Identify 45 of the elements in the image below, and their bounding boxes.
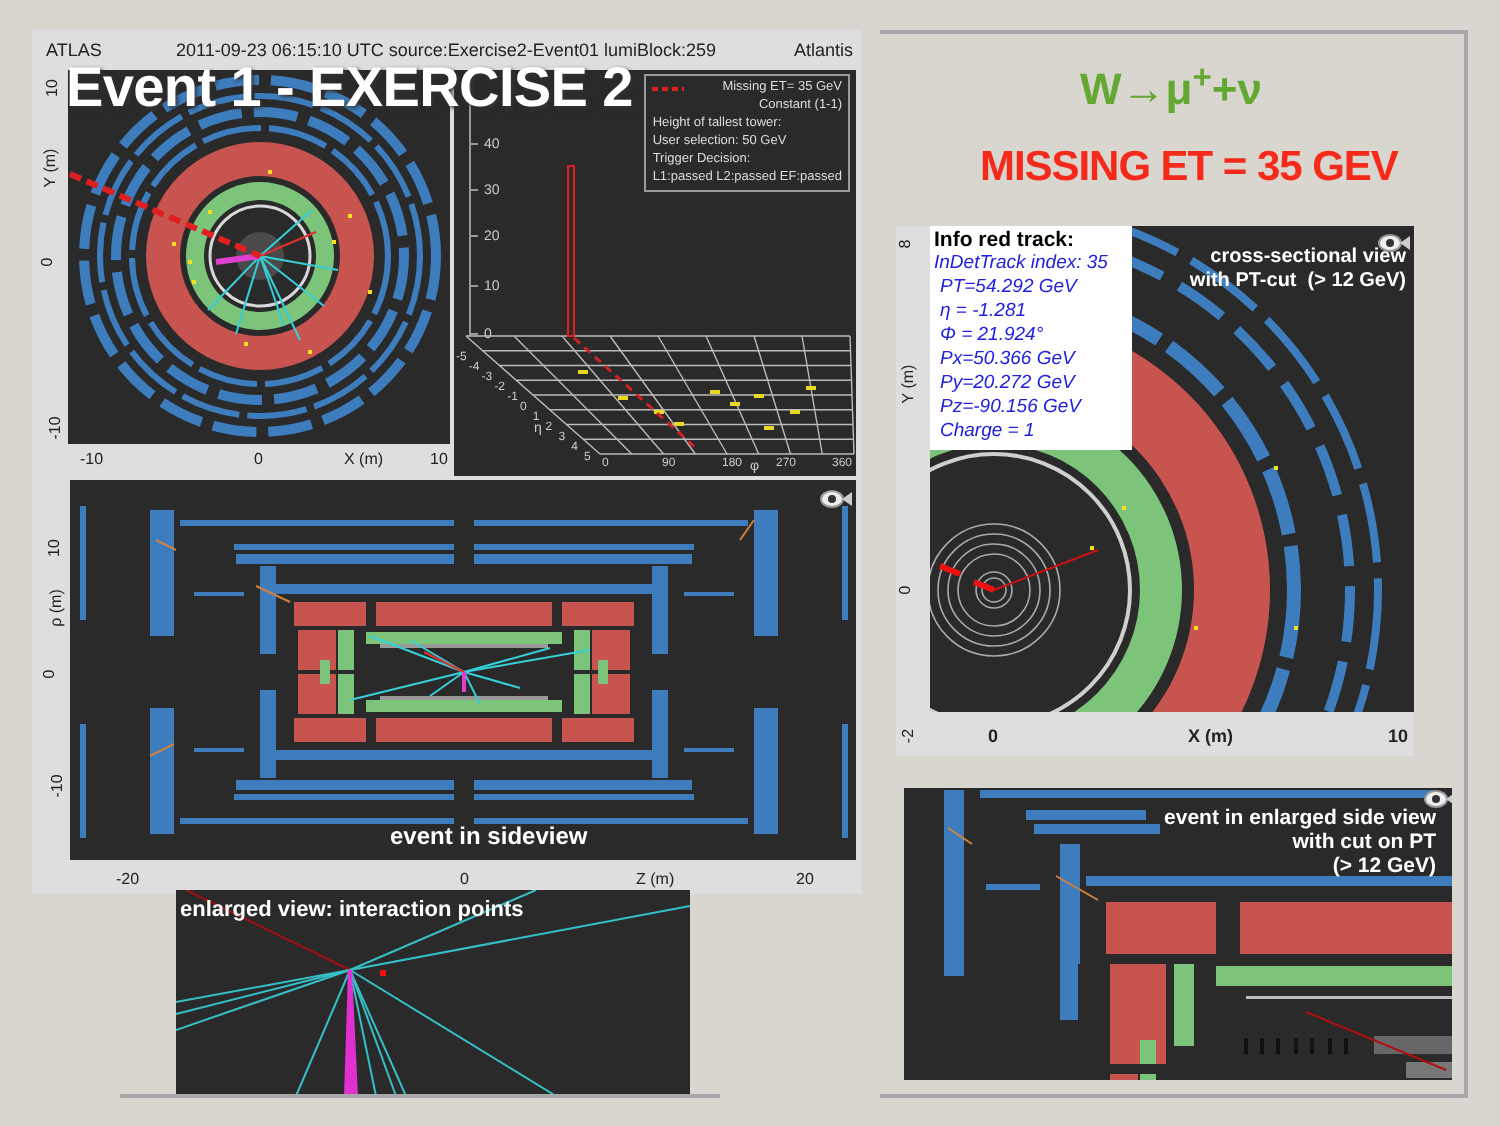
tick-label: -10 xyxy=(49,774,66,798)
caption-line: cross-sectional view xyxy=(1210,246,1406,270)
axis-label: Y (m) xyxy=(43,148,60,188)
tick-label: 0 xyxy=(42,669,59,679)
tick-label: 10 xyxy=(46,539,63,557)
experiment-label: ATLAS xyxy=(46,42,102,60)
tick-label: -10 xyxy=(80,452,104,468)
axis-label: Y (m) xyxy=(901,364,918,404)
software-label: Atlantis xyxy=(794,42,854,60)
info-title: Info red track: xyxy=(934,228,1077,252)
tick-label: 20 xyxy=(796,872,814,888)
axis-label: ρ (m) xyxy=(48,589,65,627)
info-line: Py=20.272 GeV xyxy=(938,372,1078,396)
panel-caption: event in sideview xyxy=(390,824,588,848)
tick-label: 0 xyxy=(988,728,999,746)
eye-icon[interactable] xyxy=(1424,790,1452,808)
axis-label: Z (m) xyxy=(636,872,675,888)
eye-icon[interactable] xyxy=(820,490,852,508)
caption-line: event in enlarged side view xyxy=(1164,806,1436,830)
dashed-line-key-icon xyxy=(652,85,685,91)
info-line: Φ = 21.924° xyxy=(938,324,1046,348)
tick-label: 0 xyxy=(460,872,469,888)
caption-line: (> 12 GeV) xyxy=(1332,854,1436,878)
tick-label: 0 xyxy=(898,585,915,595)
axis-label: X (m) xyxy=(1188,728,1233,746)
info-line: InDetTrack index: 35 xyxy=(934,252,1110,276)
info-line: Px=50.366 GeV xyxy=(938,348,1078,372)
tick-label: -10 xyxy=(47,416,64,440)
missing-et-heading: MISSING ET = 35 GEV xyxy=(980,146,1398,188)
tick-label: 0 xyxy=(40,257,57,267)
event-info: 2011-09-23 06:15:10 UTC source:Exercise2-Event01 lumiBlock:259 xyxy=(176,42,716,60)
tick-label: 8 xyxy=(898,239,915,249)
tick-label: 10 xyxy=(44,79,61,97)
tick-label: -2 xyxy=(901,728,918,744)
caption-line: with cut on PT xyxy=(1292,830,1436,854)
info-line: η = -1.281 xyxy=(938,300,1029,324)
axis-label: X (m) xyxy=(344,452,384,468)
tick-label: 10 xyxy=(1388,728,1409,746)
tick-label: 10 xyxy=(430,452,448,468)
tick-label: -20 xyxy=(116,872,140,888)
tick-label: 0 xyxy=(254,452,263,468)
info-line: Pz=-90.156 GeV xyxy=(938,396,1084,420)
decay-formula: W→μ$^{+}$+ν xyxy=(1080,68,1262,112)
info-line: PT=54.292 GeV xyxy=(938,276,1080,300)
info-line: Charge = 1 xyxy=(938,420,1037,444)
